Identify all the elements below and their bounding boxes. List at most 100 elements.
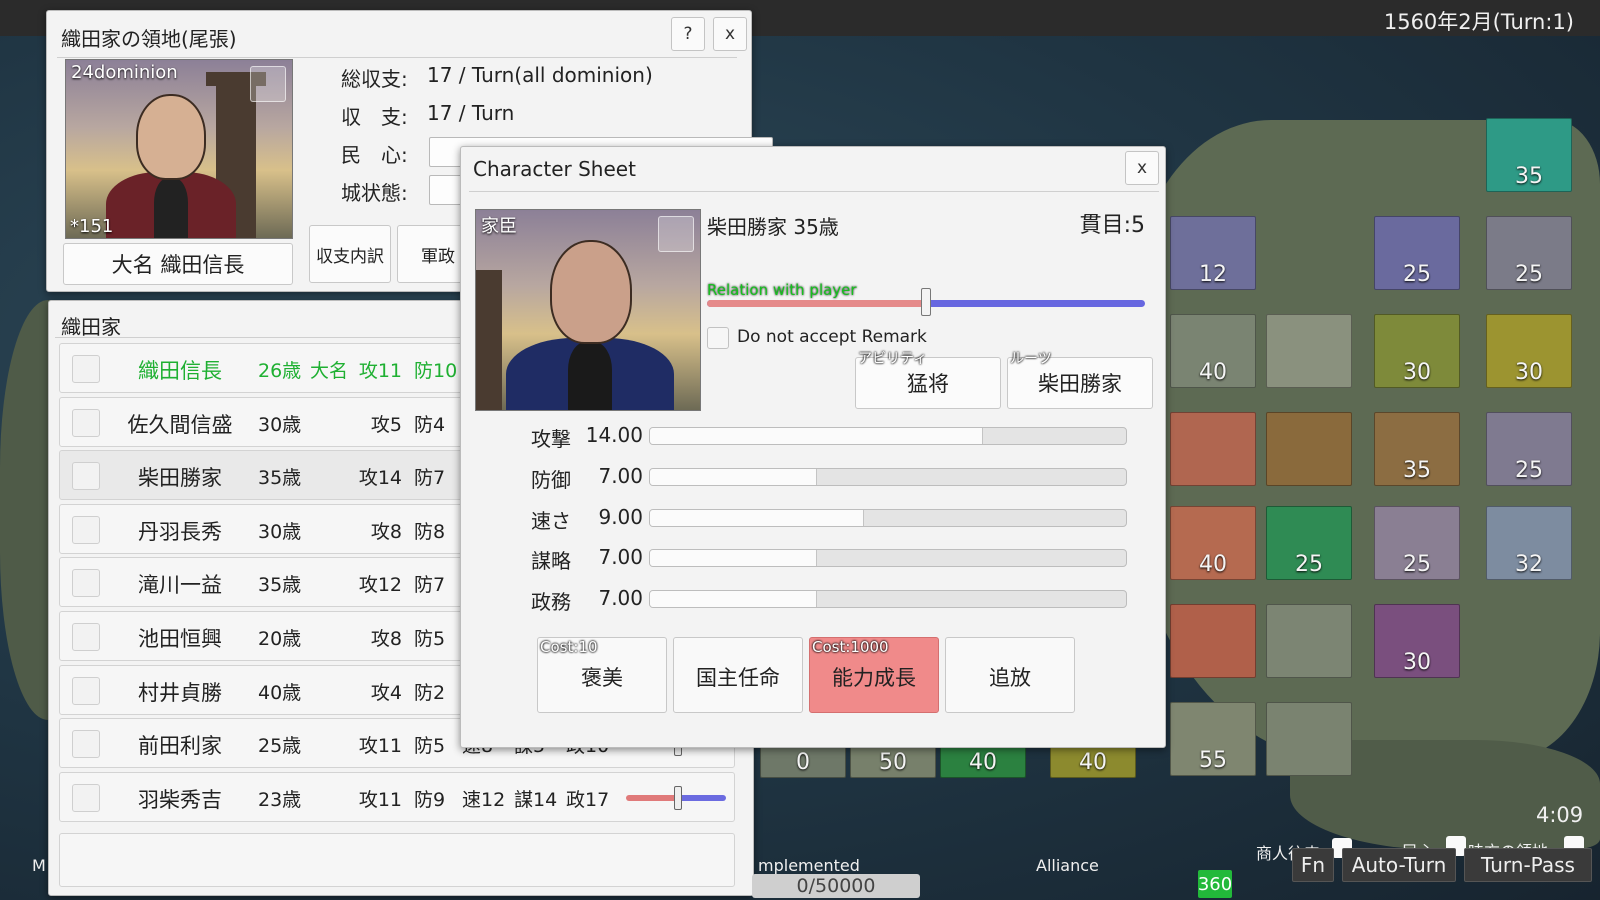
member-checkbox[interactable] xyxy=(72,676,100,705)
stat-bar xyxy=(649,467,1127,486)
progress-bar: 0/50000 xyxy=(752,874,920,898)
map-tile[interactable] xyxy=(1266,412,1352,486)
member-checkbox[interactable] xyxy=(72,730,100,759)
stat-bar-fill xyxy=(650,509,865,526)
member-checkbox[interactable] xyxy=(72,515,100,544)
member-attack: 攻8 xyxy=(370,520,402,543)
map-tile[interactable]: 40 xyxy=(1170,314,1256,388)
total-income-value: 17 / Turn(all dominion) xyxy=(427,63,653,87)
map-tile[interactable]: 12 xyxy=(1170,216,1256,290)
map-tile[interactable]: 32 xyxy=(1486,506,1572,580)
map-tile[interactable]: 35 xyxy=(1486,118,1572,192)
map-tile[interactable]: 30 xyxy=(1374,314,1460,388)
member-checkbox[interactable] xyxy=(72,783,100,812)
morale-label: 民 心: xyxy=(341,143,408,167)
total-income-label: 総収支: xyxy=(341,67,408,91)
stat-label: 攻撃 xyxy=(531,427,571,451)
member-age: 20歳 xyxy=(258,628,302,650)
map-tile[interactable]: 40 xyxy=(1170,506,1256,580)
member-name: 滝川一益 xyxy=(138,573,222,598)
auto-turn-button[interactable]: Auto-Turn xyxy=(1342,848,1456,882)
relation-slider-knob[interactable] xyxy=(921,288,931,316)
member-checkbox[interactable] xyxy=(72,355,100,383)
character-role-tag: 家臣 xyxy=(481,216,517,237)
clan-window-title: 織田家 xyxy=(61,315,121,339)
character-sheet-close-button[interactable]: x xyxy=(1125,151,1159,185)
help-button[interactable]: ? xyxy=(671,17,705,51)
member-defense: 防5 xyxy=(414,735,446,758)
member-defense: 防10 xyxy=(414,360,458,382)
member-attack: 攻11 xyxy=(358,360,402,382)
character-sheet-title: Character Sheet xyxy=(473,157,636,181)
stat-label: 政務 xyxy=(531,590,571,615)
map-tile[interactable]: 30 xyxy=(1374,604,1460,678)
member-checkbox[interactable] xyxy=(72,569,100,598)
character-sheet-window: Character Sheet x 家臣 柴田勝家 35歳 貫目:5 Relat… xyxy=(460,146,1166,748)
action-button[interactable]: Cost:10 褒美 xyxy=(537,637,667,713)
action-cost: Cost:1000 xyxy=(812,638,889,656)
character-portrait: 家臣 xyxy=(475,209,701,411)
action-button[interactable]: 追放 xyxy=(945,637,1075,713)
portrait-number-label: *151 xyxy=(70,216,114,237)
close-button[interactable]: x xyxy=(713,17,747,51)
member-age: 30歳 xyxy=(258,413,302,436)
stat-value: 9.00 xyxy=(598,504,643,529)
action-cost: Cost:10 xyxy=(540,638,598,656)
roots-value: 柴田勝家 xyxy=(1038,372,1122,396)
resource-badge: 360 xyxy=(1198,870,1232,898)
progress-text: 0/50000 xyxy=(796,875,876,897)
map-tile[interactable] xyxy=(1266,314,1352,388)
map-tile[interactable] xyxy=(1170,604,1256,678)
member-name: 前田利家 xyxy=(138,734,222,759)
stat-label: 防御 xyxy=(531,467,571,492)
relation-slider[interactable] xyxy=(707,288,1145,316)
map-tile[interactable] xyxy=(1266,702,1352,776)
remark-label: Do not accept Remark xyxy=(737,327,927,347)
member-attack: 攻5 xyxy=(370,413,402,436)
map-tile[interactable]: 35 xyxy=(1374,412,1460,486)
daimyo-button[interactable]: 大名 織田信長 xyxy=(63,243,293,285)
map-tile[interactable]: 25 xyxy=(1374,506,1460,580)
member-checkbox[interactable] xyxy=(72,462,100,491)
action-button[interactable]: Cost:1000 能力成長 xyxy=(809,637,939,713)
member-strategy: 謀14 xyxy=(514,788,558,811)
member-name: 池田恒興 xyxy=(138,627,222,651)
implemented-label: mplemented xyxy=(758,856,860,875)
member-attack: 攻11 xyxy=(358,735,402,758)
map-tile[interactable]: 30 xyxy=(1486,314,1572,388)
roots-button[interactable]: ルーツ 柴田勝家 xyxy=(1007,351,1153,409)
domain-window-title: 織田家の領地(尾張) xyxy=(61,27,237,51)
map-tile[interactable] xyxy=(1170,412,1256,486)
relation-label: Relation with player xyxy=(707,281,857,299)
income-label: 収 支: xyxy=(341,105,408,129)
member-politics: 政17 xyxy=(566,788,610,811)
income-breakdown-button[interactable]: 収支内訳 xyxy=(309,225,391,283)
map-tile[interactable]: 25 xyxy=(1486,216,1572,290)
turn-pass-button[interactable]: Turn-Pass xyxy=(1464,848,1592,882)
member-age: 30歳 xyxy=(258,520,302,543)
stat-label: 謀略 xyxy=(531,549,571,574)
member-defense: 防7 xyxy=(414,467,446,490)
member-age: 40歳 xyxy=(258,681,302,704)
stat-bar xyxy=(649,590,1127,609)
fn-button[interactable]: Fn xyxy=(1292,848,1334,882)
member-attack: 攻12 xyxy=(358,574,402,597)
ability-value: 猛将 xyxy=(907,372,949,396)
member-defense: 防9 xyxy=(414,788,446,811)
ability-button[interactable]: アビリティ 猛将 xyxy=(855,351,1001,409)
map-tile[interactable]: 25 xyxy=(1266,506,1352,580)
member-defense: 防7 xyxy=(414,574,446,597)
member-checkbox[interactable] xyxy=(72,623,100,651)
map-tile[interactable]: 55 xyxy=(1170,702,1256,776)
action-label: 国主任命 xyxy=(696,666,780,690)
remark-checkbox[interactable] xyxy=(707,327,729,349)
map-tile[interactable] xyxy=(1266,604,1352,678)
stat-bar xyxy=(649,427,1127,445)
member-defense: 防5 xyxy=(414,628,446,650)
clan-member-row[interactable]: 羽柴秀吉 23歳 攻11 防9 速12 謀14 政17 xyxy=(59,771,735,822)
alliance-label: Alliance xyxy=(1036,856,1099,875)
map-tile[interactable]: 25 xyxy=(1486,412,1572,486)
member-checkbox[interactable] xyxy=(72,408,100,437)
map-tile[interactable]: 25 xyxy=(1374,216,1460,290)
action-button[interactable]: 国主任命 xyxy=(673,637,803,713)
